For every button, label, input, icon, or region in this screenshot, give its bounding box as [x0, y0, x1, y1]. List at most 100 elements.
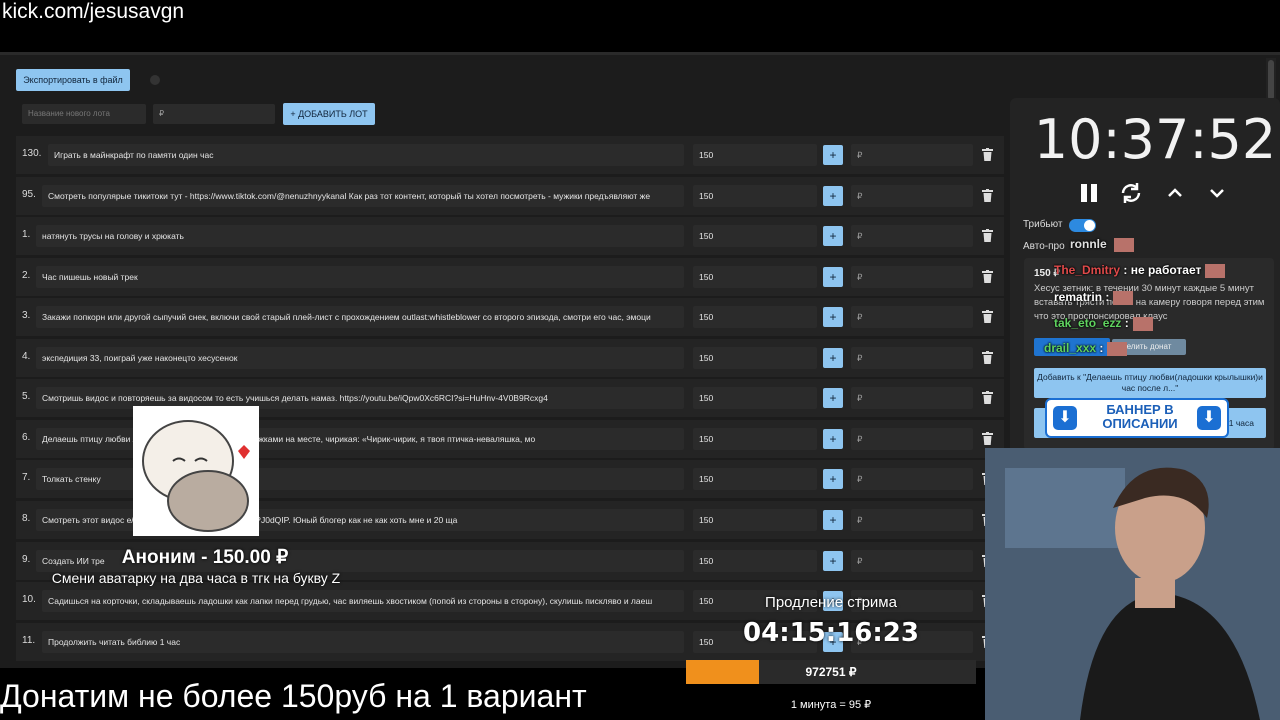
add-lot-button[interactable]: + ДОБАВИТЬ ЛОТ [283, 103, 375, 125]
lot-add-amount-button[interactable]: + [823, 510, 843, 530]
lot-number: 8. [22, 513, 31, 524]
lot-row: 3. Закажи попкорн или другой сыпучий снек… [16, 298, 1004, 336]
chevron-up-icon[interactable] [1162, 180, 1188, 206]
lot-donate-input[interactable]: ₽ [851, 428, 973, 450]
progress-total: 972751 ₽ [805, 665, 857, 679]
lot-amount-input[interactable]: 150 [693, 306, 817, 328]
lot-number: 6. [22, 432, 31, 443]
add-to-lot-button[interactable]: Добавить к "Делаешь птицу любви(ладошки … [1034, 368, 1266, 398]
tribute-label: Трибьют [1023, 219, 1063, 230]
lot-title-input[interactable]: натянуть трусы на голову и хрюкать [36, 225, 684, 247]
lot-donate-input[interactable]: ₽ [851, 144, 973, 166]
chat-message: ronnle [1070, 237, 1135, 252]
lot-amount-input[interactable]: 150 [693, 428, 817, 450]
chat-message: tak_eto_ezz : [1054, 316, 1153, 331]
lot-amount-input[interactable]: 150 [693, 509, 817, 531]
lot-number: 130. [22, 148, 42, 159]
chat-message: rematrin : [1054, 290, 1134, 305]
lot-number: 10. [22, 594, 36, 605]
lot-number: 95. [22, 189, 36, 200]
timer-clock: 10:37:52 [1033, 108, 1277, 171]
lot-title-input[interactable]: экспедиция 33, поиграй уже наконецто хес… [36, 347, 684, 369]
arrow-down-icon: ⬇ [1197, 406, 1221, 430]
lot-add-amount-button[interactable]: + [823, 469, 843, 489]
lot-amount-input[interactable]: 150 [693, 185, 817, 207]
lot-add-amount-button[interactable]: + [823, 551, 843, 571]
restart-icon[interactable] [1118, 180, 1144, 206]
lot-donate-input[interactable]: ₽ [851, 225, 973, 247]
lot-donate-input[interactable]: ₽ [851, 347, 973, 369]
chat-username: rematrin [1054, 290, 1103, 304]
lot-donate-input[interactable]: ₽ [851, 550, 973, 572]
lot-add-amount-button[interactable]: + [823, 226, 843, 246]
lot-add-amount-button[interactable]: + [823, 307, 843, 327]
trash-icon[interactable] [982, 270, 993, 283]
new-lot-input[interactable]: Название нового лота [22, 104, 146, 124]
lot-donate-input[interactable]: ₽ [851, 468, 973, 490]
lot-row: 4. экспедиция 33, поиграй уже наконецто х… [16, 339, 1004, 377]
trash-icon[interactable] [982, 148, 993, 161]
lot-title-input[interactable]: Час пишешь новый трек [36, 266, 684, 288]
lot-add-amount-button[interactable]: + [823, 429, 843, 449]
lot-row: 2. Час пишешь новый трек 150 + ₽ [16, 258, 1004, 296]
streamer-image [985, 448, 1280, 720]
lot-title-input[interactable]: Смотреть популярые тикитоки тут - https:… [42, 185, 684, 207]
lot-donate-input[interactable]: ₽ [851, 306, 973, 328]
trash-icon[interactable] [982, 351, 993, 364]
lot-title-input[interactable]: Продолжить читать библию 1 час [42, 631, 684, 653]
extension-label: Продление стрима [765, 594, 897, 611]
pause-icon[interactable] [1076, 180, 1102, 206]
lot-number: 11. [22, 635, 36, 646]
webcam-feed [985, 448, 1280, 720]
lot-title-input[interactable]: Закажи попкорн или другой сыпучий снек, … [36, 306, 684, 328]
lot-title-input[interactable]: Играть в майнкрафт по памяти один час [48, 144, 684, 166]
lot-amount-input[interactable]: 150 [693, 266, 817, 288]
trash-icon[interactable] [982, 189, 993, 202]
chevron-down-icon[interactable] [1204, 180, 1230, 206]
lot-number: 2. [22, 270, 31, 281]
lot-title-input[interactable]: Садишься на корточки, складываешь ладошк… [42, 590, 684, 612]
chat-emote-icon [1113, 290, 1134, 305]
export-button[interactable]: Экспортировать в файл [16, 69, 130, 91]
chat-text: : [1099, 341, 1104, 355]
trash-icon[interactable] [982, 229, 993, 242]
chat-username: tak_eto_ezz [1054, 316, 1122, 330]
new-lot-price-input[interactable]: ₽ [153, 104, 275, 124]
lot-donate-input[interactable]: ₽ [851, 266, 973, 288]
tribute-toggle[interactable] [1069, 219, 1096, 232]
lot-number: 9. [22, 554, 31, 565]
extension-time: 04:15:16:23 [743, 618, 919, 648]
chat-username: drail_xxx [1044, 341, 1097, 355]
lot-amount-input[interactable]: 150 [693, 347, 817, 369]
chat-message: drail_xxx : [1044, 341, 1128, 356]
trash-icon[interactable] [982, 391, 993, 404]
chat-emote-icon [1205, 263, 1226, 278]
lot-add-amount-button[interactable]: + [823, 267, 843, 287]
trash-icon[interactable] [982, 432, 993, 445]
chat-emote-icon [1132, 316, 1153, 331]
stream-url: kick.com/jesusavgn [2, 0, 185, 23]
lot-amount-input[interactable]: 150 [693, 387, 817, 409]
chat-username: The_Dmitry [1054, 263, 1121, 277]
chat-text: : [1105, 290, 1110, 304]
donation-progress-bar: 972751 ₽ [686, 660, 976, 684]
chat-message: The_Dmitry : не работает [1054, 263, 1226, 278]
chat-text: : не работает [1123, 263, 1202, 277]
lot-amount-input[interactable]: 150 [693, 550, 817, 572]
lot-add-amount-button[interactable]: + [823, 348, 843, 368]
lot-add-amount-button[interactable]: + [823, 388, 843, 408]
lot-amount-input[interactable]: 150 [693, 144, 817, 166]
lot-donate-input[interactable]: ₽ [851, 387, 973, 409]
lot-add-amount-button[interactable]: + [823, 145, 843, 165]
trash-icon[interactable] [982, 310, 993, 323]
lot-amount-input[interactable]: 150 [693, 225, 817, 247]
lot-donate-input[interactable]: ₽ [851, 185, 973, 207]
lot-donate-input[interactable]: ₽ [851, 509, 973, 531]
lot-add-amount-button[interactable]: + [823, 186, 843, 206]
lot-number: 7. [22, 472, 31, 483]
scrollbar-thumb[interactable] [1268, 60, 1274, 100]
chat-username: ronnle [1070, 237, 1107, 251]
description-banner: ⬇ БАННЕР В ОПИСАНИИ ⬇ [1045, 398, 1229, 438]
lot-amount-input[interactable]: 150 [693, 468, 817, 490]
chat-text: : [1124, 316, 1129, 330]
